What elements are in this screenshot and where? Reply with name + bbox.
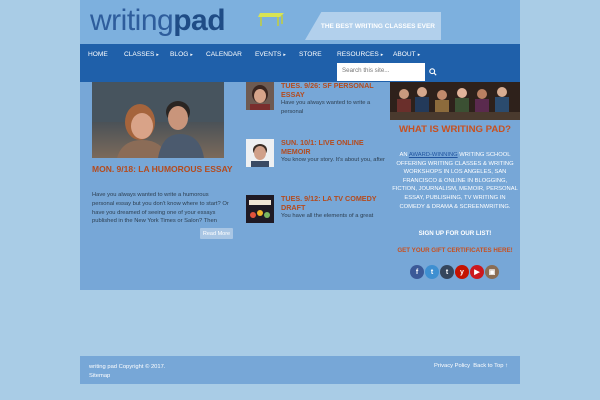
yelp-icon[interactable]: y (455, 265, 469, 279)
site-header: writingpad THE BEST WRITING CLASSES EVER (80, 0, 520, 44)
nav-item-label: HOME (88, 51, 108, 58)
gift-certificates-link[interactable]: GET YOUR GIFT CERTIFICATES HERE! (390, 247, 520, 254)
sidebar-description: AN AWARD-WINNING WRITING SCHOOL OFFERING… (392, 151, 518, 211)
search-button[interactable] (425, 63, 440, 81)
post-title[interactable]: TUES. 9/26: SF PERSONAL ESSAY (281, 81, 391, 99)
privacy-policy-link[interactable]: Privacy Policy (434, 363, 470, 369)
post-title[interactable]: SUN. 10/1: LIVE ONLINE MEMOIR (281, 138, 391, 156)
site-footer: writing pad Copyright © 2017. Sitemap Pr… (80, 356, 520, 384)
post-excerpt: Have you always wanted to write a person… (281, 100, 371, 115)
award-winning-link[interactable]: AWARD-WINNING (409, 152, 458, 158)
caret-right-icon: ▸ (417, 52, 421, 58)
youtube-icon[interactable]: ▶ (470, 265, 484, 279)
search-icon (428, 68, 437, 76)
post-excerpt: You know your story. It's about you, aft… (281, 157, 385, 163)
footer-right: Privacy Policy Back to Top ↑ (434, 363, 508, 369)
nav-item-events[interactable]: EVENTS ▸ (255, 51, 286, 58)
caret-right-icon: ▸ (190, 52, 193, 58)
post-title[interactable]: TUES. 9/12: LA TV COMEDY DRAFT (281, 194, 391, 212)
facebook-icon[interactable]: f (410, 265, 424, 279)
nav-item-label: RESOURCES (337, 51, 379, 58)
instagram-icon[interactable]: ▣ (485, 265, 499, 279)
signup-link[interactable]: SIGN UP FOR OUR LIST! (390, 230, 520, 237)
post-thumbnail[interactable] (246, 195, 274, 223)
caret-right-icon: ▸ (380, 52, 384, 58)
nav-item-resources[interactable]: RESOURCES ▸ (337, 51, 383, 58)
nav-item-label: STORE (299, 51, 322, 58)
site-logo[interactable]: writingpad (90, 4, 226, 38)
caret-right-icon: ▸ (283, 52, 286, 58)
nav-item-about[interactable]: ABOUT ▸ (393, 51, 420, 58)
logo-word-writing: writing (90, 4, 174, 37)
nav-item-classes[interactable]: CLASSES ▸ (124, 51, 159, 58)
nav-item-store[interactable]: STORE (299, 51, 322, 58)
footer-sitemap-link[interactable]: Sitemap (89, 372, 165, 381)
site-tagline: THE BEST WRITING CLASSES EVER (305, 12, 441, 40)
nav-item-label: CLASSES (124, 51, 155, 58)
nav-item-label: CALENDAR (206, 51, 242, 58)
sidebar-text-intro: AN (399, 152, 409, 158)
nav-item-calendar[interactable]: CALENDAR (206, 51, 242, 58)
nav-item-home[interactable]: HOME (88, 51, 108, 58)
caret-right-icon: ▸ (156, 52, 159, 58)
nav-item-label: BLOG (170, 51, 189, 58)
read-more-button[interactable]: Read More (200, 228, 233, 239)
post-thumbnail[interactable] (246, 82, 274, 110)
tumblr-dark-icon[interactable]: t (440, 265, 454, 279)
main-nav (80, 44, 520, 82)
post-excerpt: You have all the elements of a great (281, 213, 374, 219)
feature-title[interactable]: MON. 9/18: LA HUMOROUS ESSAY (92, 164, 234, 174)
feature-image[interactable] (92, 82, 224, 158)
nav-item-blog[interactable]: BLOG ▸ (170, 51, 193, 58)
sidebar-text-body: WRITING SCHOOL OFFERING WRITING CLASSES … (392, 152, 518, 210)
footer-copyright: writing pad Copyright © 2017. (89, 364, 166, 370)
search-input[interactable]: Search this site... (337, 63, 425, 81)
back-to-top-link[interactable]: Back to Top ↑ (473, 363, 508, 369)
nav-item-label: EVENTS (255, 51, 282, 58)
nav-item-label: ABOUT (393, 51, 416, 58)
tumblr-icon[interactable]: t (425, 265, 439, 279)
logo-word-pad: pad (173, 4, 226, 37)
footer-left: writing pad Copyright © 2017. Sitemap (89, 363, 165, 380)
desk-icon (258, 13, 284, 26)
feature-excerpt: Have you always wanted to write a humoro… (92, 192, 229, 225)
sidebar-title: WHAT IS WRITING PAD? (398, 124, 512, 135)
post-thumbnail[interactable] (246, 139, 274, 167)
sidebar-class-photo (390, 82, 520, 120)
